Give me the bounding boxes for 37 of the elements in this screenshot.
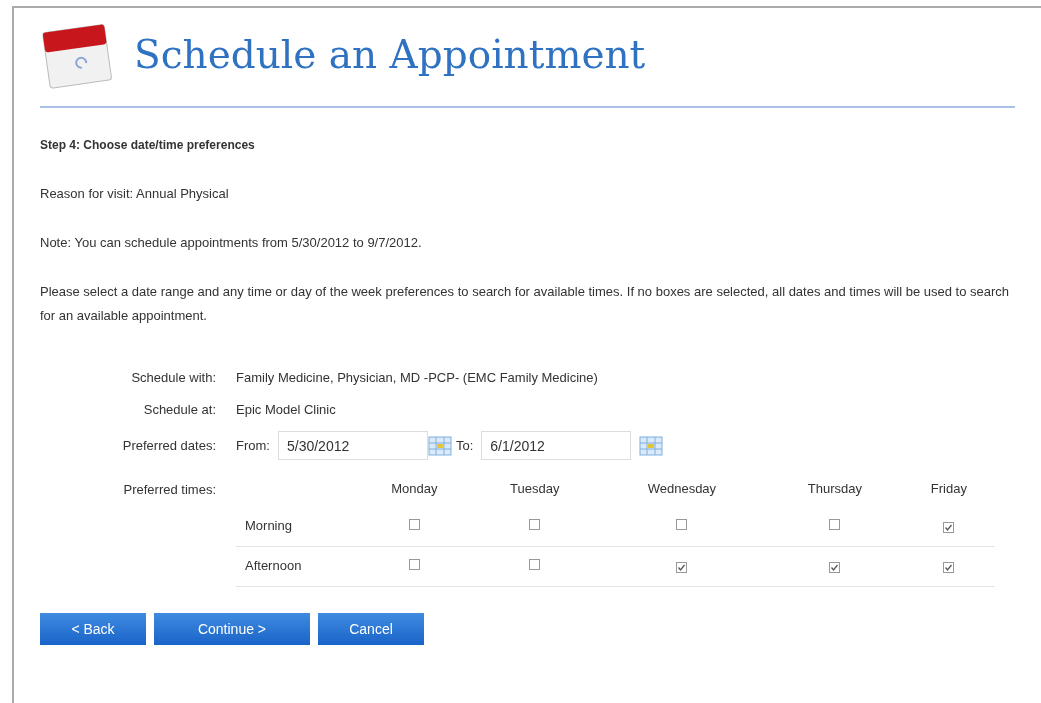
field-label: Schedule at: xyxy=(142,400,217,419)
paragraph: Note: You can schedule appointments from 5/30/2012 to 9/7/2012. xyxy=(40,234,423,252)
checkbox[interactable] xyxy=(943,522,955,533)
checkbox[interactable] xyxy=(829,519,841,530)
to-date-field[interactable]: 6/1/2012 xyxy=(481,431,632,460)
cancel-button[interactable]: Cancel xyxy=(318,612,424,645)
time-label: Afternoon xyxy=(244,558,302,574)
back-button[interactable]: < Back xyxy=(40,612,146,645)
day-header: Friday xyxy=(929,480,968,499)
checkbox[interactable] xyxy=(943,562,955,574)
calendar-icon[interactable] xyxy=(427,435,452,456)
checkbox[interactable] xyxy=(829,562,841,574)
from-label: From: xyxy=(236,436,270,455)
paragraph: Reason for visit: Annual Physical xyxy=(40,185,230,203)
checkbox[interactable] xyxy=(676,519,688,530)
from-date-field[interactable]: 5/30/2012 xyxy=(277,431,428,460)
continue-button[interactable]: Continue > xyxy=(154,612,310,645)
to-label: To: xyxy=(455,436,474,455)
calendar-icon[interactable] xyxy=(639,435,664,456)
checkbox[interactable] xyxy=(676,562,688,574)
field-label: Schedule with: xyxy=(130,369,217,387)
step-heading: Step 4: Choose date/time preferences xyxy=(40,137,256,154)
field-label: Preferred times: xyxy=(122,481,217,499)
field-label: Preferred dates: xyxy=(121,436,217,455)
checkbox[interactable] xyxy=(529,559,541,571)
time-label: Morning xyxy=(244,518,292,533)
day-header: Wednesday xyxy=(646,480,718,499)
day-header: Tuesday xyxy=(509,480,561,499)
day-header: Monday xyxy=(390,480,439,499)
paragraph: Please select a date range and any time or day of the week preferences to search for available times. If no boxes are selected, all dates and times will be used to search for an available appointment. xyxy=(40,283,1011,325)
checkbox[interactable] xyxy=(408,559,420,571)
field-value: Epic Model Clinic xyxy=(236,400,336,419)
field-value: Family Medicine, Physician, MD -PCP- (EMC Family Medicine) xyxy=(236,369,598,387)
day-header: Thursday xyxy=(806,480,863,499)
checkbox[interactable] xyxy=(529,519,541,530)
checkbox[interactable] xyxy=(408,519,420,530)
page-title: Schedule an Appointment xyxy=(134,31,646,79)
